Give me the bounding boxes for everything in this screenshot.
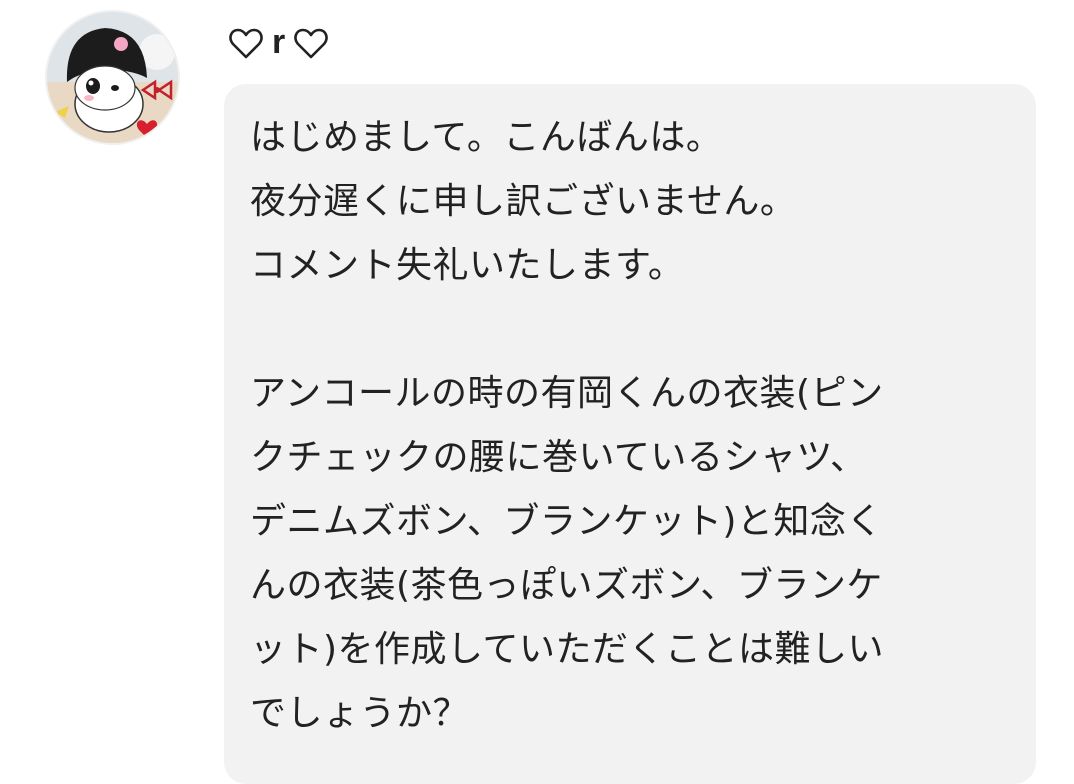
message-line: コメント失礼いたします。 [250,245,685,286]
author-name[interactable]: r [272,20,285,64]
avatar-image [47,12,178,143]
comment-bubble: はじめまして。こんばんは。 夜分遅くに申し訳ございません。 コメント失礼いたしま… [224,84,1036,784]
message-line: んの衣装(茶色っぽいズボン、ブランケ [250,565,883,606]
message-line: デニムズボン、ブランケット)と知念く [250,501,883,542]
message-line: アンコールの時の有岡くんの衣装(ピン [250,373,884,414]
message-line: でしょうか？ [250,693,470,734]
comment-author: r [228,22,329,66]
message-line: ット)を作成していただくことは難しい [250,629,884,670]
heart-outline-icon [293,26,329,62]
message-line: 夜分遅くに申し訳ございません。 [250,181,797,222]
message-line: クチェックの腰に巻いているシャツ、 [250,437,867,478]
message-line: はじめまして。こんばんは。 [250,117,723,158]
avatar[interactable] [45,10,180,145]
heart-outline-icon [228,26,264,62]
